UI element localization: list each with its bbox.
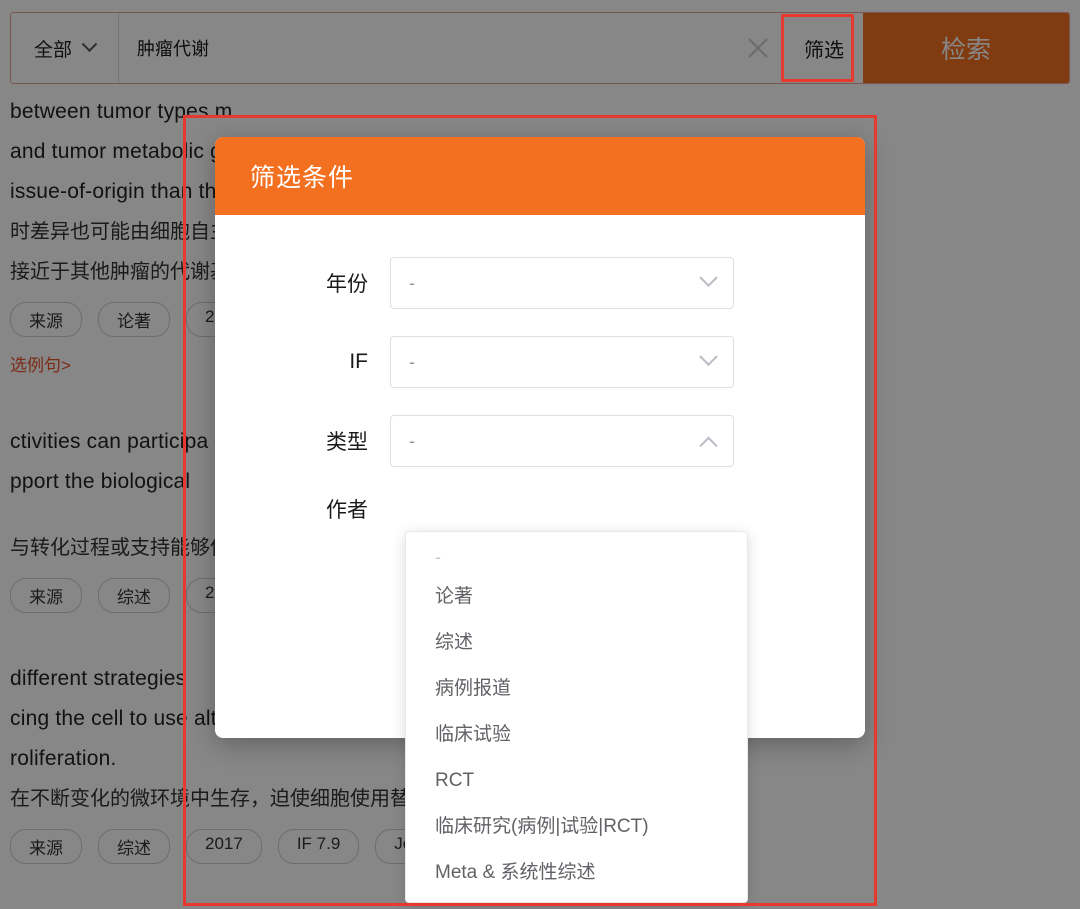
dropdown-option[interactable]: RCT xyxy=(406,758,747,804)
type-select[interactable]: - xyxy=(390,415,734,467)
field-label-if: IF xyxy=(349,350,368,373)
dropdown-option[interactable]: 病例报道 xyxy=(406,666,747,712)
field-row-year: 年份 - xyxy=(215,257,865,309)
chevron-down-icon xyxy=(699,268,718,287)
dropdown-option[interactable]: - xyxy=(406,540,747,574)
type-select-value: - xyxy=(409,430,415,451)
dropdown-option[interactable]: 论著 xyxy=(406,574,747,620)
field-label-author: 作者 xyxy=(326,499,368,522)
year-select[interactable]: - xyxy=(390,257,734,309)
if-select-value: - xyxy=(409,351,415,372)
chevron-down-icon xyxy=(699,347,718,366)
dropdown-option[interactable]: Meta & 系统性综述 xyxy=(406,850,747,896)
app-root: between tumor types m and tumor metaboli… xyxy=(0,0,1080,909)
dropdown-option[interactable]: 临床试验 xyxy=(406,712,747,758)
dialog-header: 筛选条件 xyxy=(215,137,865,215)
field-row-if: IF - xyxy=(215,336,865,388)
chevron-up-icon xyxy=(699,436,718,455)
type-dropdown-list[interactable]: - 论著 综述 病例报道 临床试验 RCT 临床研究(病例|试验|RCT) Me… xyxy=(405,531,748,903)
field-label-type: 类型 xyxy=(326,431,368,454)
field-row-author: 作者 xyxy=(215,494,865,524)
field-row-type: 类型 - xyxy=(215,415,865,467)
dialog-title: 筛选条件 xyxy=(250,164,355,192)
dropdown-option[interactable]: 临床研究(病例|试验|RCT) xyxy=(406,804,747,850)
if-select[interactable]: - xyxy=(390,336,734,388)
year-select-value: - xyxy=(409,272,415,293)
dialog-body: 年份 - IF - 类型 - 作者 xyxy=(215,215,865,524)
field-label-year: 年份 xyxy=(326,273,368,296)
dropdown-option[interactable]: 综述 xyxy=(406,620,747,666)
